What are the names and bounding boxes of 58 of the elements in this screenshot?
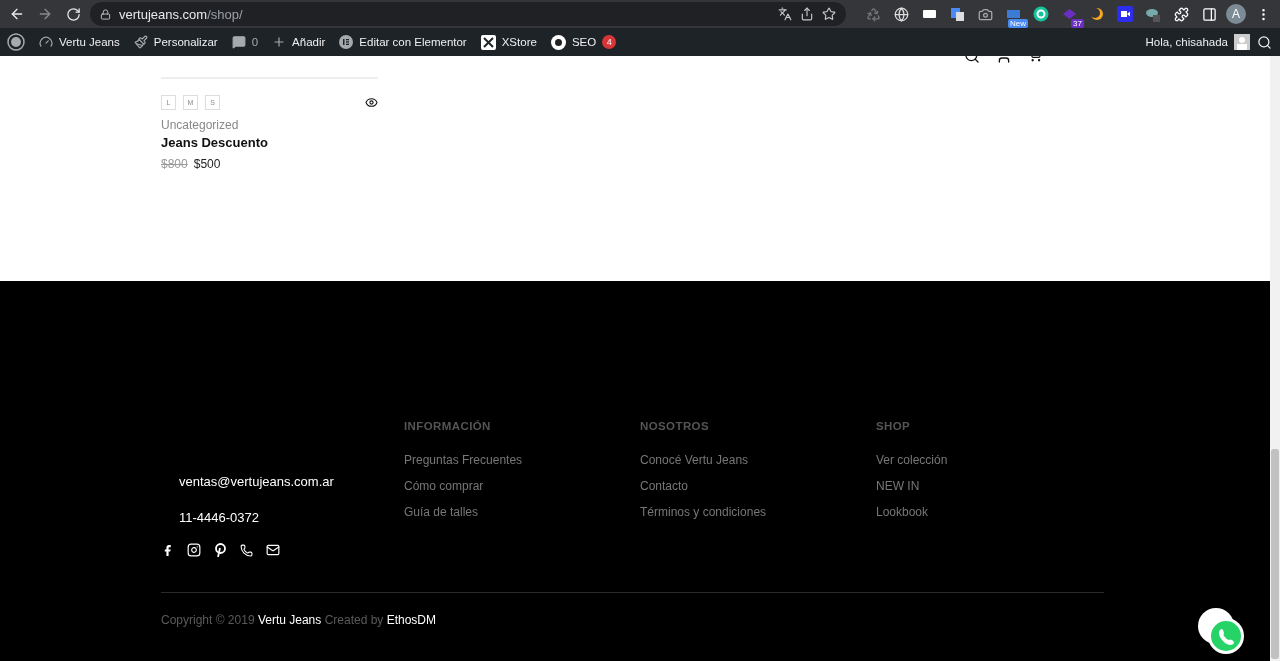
lock-icon — [100, 8, 111, 20]
contact-email[interactable]: ventas@vertujeans.com.ar — [179, 474, 404, 489]
extension-badge: 37 — [1071, 19, 1084, 28]
whatsapp-icon[interactable] — [240, 543, 253, 557]
quick-view-eye-icon[interactable] — [365, 96, 378, 109]
account-link[interactable]: Hola, chisahada — [1145, 28, 1228, 56]
footer-credit-link[interactable]: EthosDM — [386, 613, 437, 627]
translate-icon[interactable] — [778, 7, 792, 21]
x-logo-icon — [480, 34, 496, 50]
product-price: $500 — [193, 157, 221, 171]
paintbrush-icon — [133, 35, 148, 49]
footer-credit-link[interactable]: Vertu Jeans — [257, 613, 322, 627]
footer-link[interactable]: Guía de talles — [404, 505, 640, 519]
bookmark-star-icon[interactable] — [822, 7, 836, 21]
extension-badge: New — [1008, 19, 1028, 28]
footer-link[interactable]: NEW IN — [876, 479, 1104, 493]
product-name[interactable]: Jeans Descuento — [161, 135, 378, 150]
admin-bar-item[interactable]: Editar con Elementor — [332, 28, 474, 56]
forward-icon[interactable] — [37, 6, 53, 22]
reload-icon[interactable] — [65, 6, 81, 22]
address-field[interactable]: vertujeans.com/shop/ — [119, 6, 243, 22]
scrollbar-thumb[interactable] — [1271, 449, 1279, 659]
footer-heading: SHOP — [876, 420, 912, 432]
elementor-icon — [339, 35, 354, 49]
footer-link[interactable]: Cómo comprar — [404, 479, 640, 493]
dashboard-icon — [39, 35, 53, 49]
email-icon[interactable] — [266, 543, 280, 557]
footer-heading: NOSOTROS — [640, 420, 710, 432]
admin-bar-item[interactable]: Añadir — [265, 28, 333, 56]
footer-heading: INFORMACIÓN — [404, 420, 492, 432]
instagram-icon[interactable] — [187, 543, 201, 557]
pinterest-icon[interactable] — [214, 543, 227, 557]
admin-bar-item[interactable]: SEO 4 — [543, 28, 624, 56]
footer-link[interactable]: Lookbook — [876, 505, 1104, 519]
scrollbar[interactable] — [1270, 56, 1280, 661]
footer-link[interactable]: Ver colección — [876, 453, 1104, 467]
copyright-text: Copyright © 2019 Vertu Jeans Created by EthosDM — [161, 613, 438, 627]
plus-icon — [272, 35, 287, 49]
share-icon[interactable] — [800, 7, 814, 21]
footer-link[interactable]: Contacto — [640, 479, 876, 493]
comment-icon — [231, 35, 246, 49]
admin-bar-item[interactable]: 0 — [224, 28, 266, 56]
footer-link[interactable]: Conocé Vertu Jeans — [640, 453, 876, 467]
product-category[interactable]: Uncategorized — [161, 118, 378, 132]
admin-bar-item[interactable]: Vertu Jeans — [32, 28, 127, 56]
admin-bar-item[interactable]: XStore — [473, 28, 544, 56]
notification-badge: 4 — [602, 35, 617, 49]
profile-avatar[interactable]: A — [1226, 4, 1246, 24]
contact-phone[interactable]: 11-4446-0372 — [179, 510, 404, 525]
old-price: $800 — [161, 157, 188, 171]
footer-link[interactable]: Preguntas Frecuentes — [404, 453, 640, 467]
back-icon[interactable] — [9, 6, 25, 22]
extension-icon[interactable] — [1006, 10, 1020, 18]
card-icon[interactable] — [922, 10, 936, 18]
search-icon[interactable] — [1257, 34, 1272, 50]
video-icon[interactable] — [1114, 3, 1136, 25]
footer-link[interactable]: Términos y condiciones — [640, 505, 876, 519]
admin-bar-item[interactable]: Personalizar — [126, 28, 225, 56]
